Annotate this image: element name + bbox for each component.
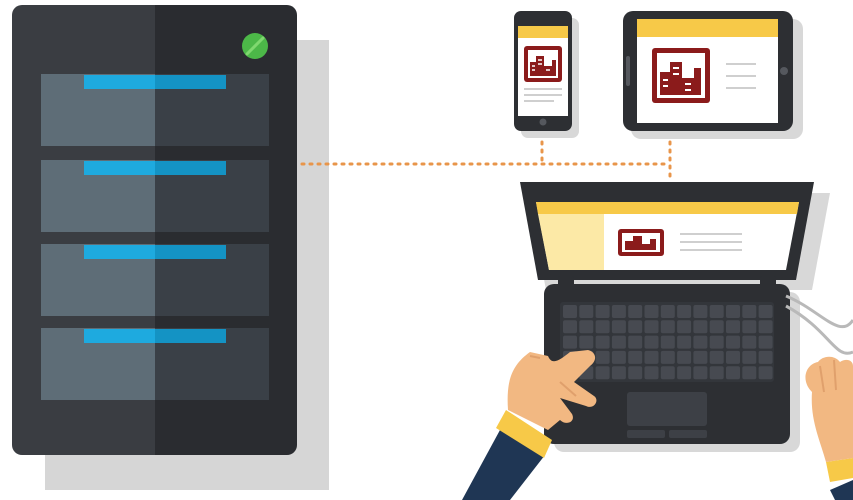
- keyboard-key: [579, 335, 594, 349]
- server-tower: [12, 5, 329, 490]
- keyboard-key: [660, 350, 675, 364]
- server-slot: [41, 328, 269, 400]
- keyboard-key: [693, 366, 708, 380]
- keyboard-key: [742, 350, 757, 364]
- keyboard-key: [758, 320, 773, 334]
- keyboard-key: [660, 366, 675, 380]
- keyboard-key: [644, 350, 659, 364]
- keyboard-key: [677, 335, 692, 349]
- keyboard-key: [693, 305, 708, 318]
- keyboard-key: [758, 350, 773, 364]
- keyboard-key: [628, 366, 643, 380]
- trackpad: [627, 392, 707, 426]
- keyboard-key: [726, 305, 740, 318]
- keyboard-key: [579, 305, 594, 318]
- keyboard-key: [726, 366, 740, 380]
- building-icon: [618, 229, 664, 256]
- right-cuff: [826, 458, 853, 482]
- keyboard-key: [709, 320, 724, 334]
- keyboard-key: [758, 305, 773, 318]
- keyboard-key: [742, 335, 757, 349]
- keyboard-key: [644, 320, 659, 334]
- keyboard-key: [742, 366, 757, 380]
- keyboard-key: [726, 320, 740, 334]
- keyboard-key: [758, 335, 773, 349]
- keyboard-key: [628, 335, 643, 349]
- keyboard-key: [677, 320, 692, 334]
- keyboard-key: [709, 305, 724, 318]
- keyboard-key: [660, 335, 675, 349]
- right-sleeve: [830, 480, 853, 500]
- right-hand: [805, 356, 853, 500]
- keyboard-key: [693, 335, 708, 349]
- building-icon: [652, 48, 710, 103]
- building-icon: [524, 46, 562, 82]
- keyboard-key: [742, 320, 757, 334]
- keyboard-key: [758, 366, 773, 380]
- keyboard-key: [709, 366, 724, 380]
- keyboard-key: [660, 305, 675, 318]
- keyboard-key: [563, 335, 577, 349]
- keyboard-key: [611, 320, 626, 334]
- keyboard-key: [579, 320, 594, 334]
- connection-lines: [300, 140, 672, 182]
- illustration: [0, 0, 853, 500]
- keyboard-key: [709, 335, 724, 349]
- keyboard-key: [726, 350, 740, 364]
- keyboard-key: [742, 305, 757, 318]
- keyboard-key: [595, 366, 610, 380]
- keyboard-key: [726, 335, 740, 349]
- server-slot: [41, 74, 269, 146]
- smartphone: [514, 11, 579, 138]
- keyboard-key: [677, 366, 692, 380]
- keyboard-key: [660, 320, 675, 334]
- keyboard-key: [611, 366, 626, 380]
- keyboard-key: [677, 305, 692, 318]
- keyboard-key: [611, 350, 626, 364]
- server-slot: [41, 160, 269, 232]
- keyboard-key: [595, 305, 610, 318]
- keyboard-key: [644, 305, 659, 318]
- keyboard-key: [693, 320, 708, 334]
- keyboard-key: [595, 320, 610, 334]
- keyboard-key: [595, 350, 610, 364]
- keyboard-key: [644, 366, 659, 380]
- keyboard-key: [677, 350, 692, 364]
- keyboard-key: [628, 305, 643, 318]
- keyboard-key: [563, 320, 577, 334]
- keyboard-key: [644, 335, 659, 349]
- tablet: [623, 11, 803, 139]
- keyboard-key: [628, 320, 643, 334]
- keyboard-key: [693, 350, 708, 364]
- server-slot: [41, 244, 269, 316]
- keyboard-key: [628, 350, 643, 364]
- keyboard-key: [709, 350, 724, 364]
- keyboard-key: [611, 335, 626, 349]
- keyboard-key: [611, 305, 626, 318]
- keyboard-key: [563, 305, 577, 318]
- keyboard-key: [595, 335, 610, 349]
